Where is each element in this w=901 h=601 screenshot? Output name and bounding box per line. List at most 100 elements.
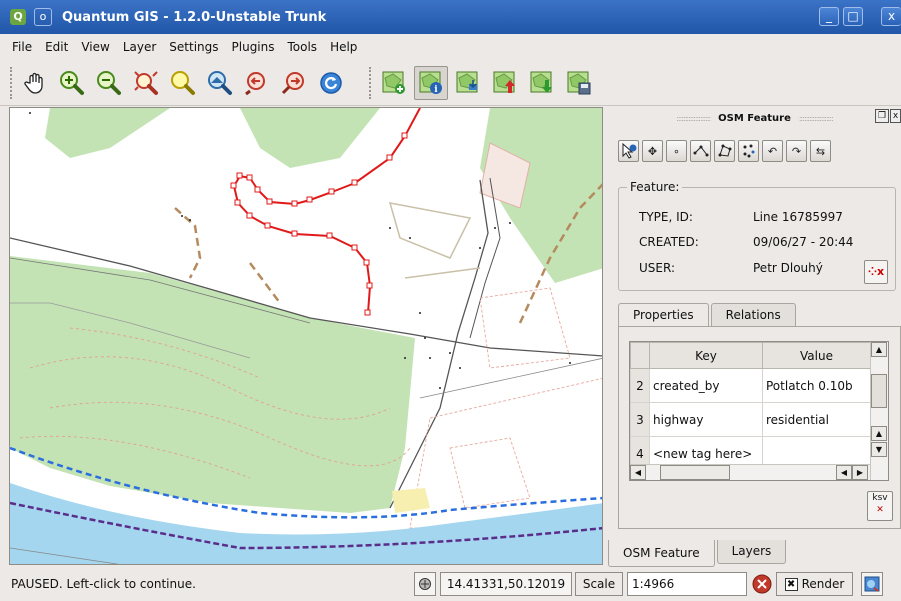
move-feature-icon[interactable]: ✥	[642, 140, 663, 162]
feature-created-value: 09/06/27 - 20:44	[753, 235, 854, 249]
create-point-icon[interactable]: ∘	[666, 140, 687, 162]
properties-tabs: Properties Relations	[618, 303, 798, 329]
zoom-selection-icon[interactable]	[166, 66, 200, 100]
panel-float-icon[interactable]: ❐	[875, 109, 889, 123]
render-label: Render	[801, 577, 845, 591]
identify-feature-icon[interactable]	[618, 140, 639, 162]
create-relation-icon[interactable]	[738, 140, 759, 162]
table-horizontal-scrollbar[interactable]: ◀ ◀ ▶	[630, 464, 870, 480]
delete-feature-button[interactable]: ⁘x	[864, 260, 888, 284]
feature-type-value: Line 16785997	[753, 210, 843, 224]
row-number: 3	[630, 402, 650, 437]
tab-relations[interactable]: Relations	[710, 303, 796, 327]
key-column-header[interactable]: Key	[649, 342, 763, 369]
feature-group-label: Feature:	[627, 180, 683, 194]
pan-icon[interactable]	[18, 66, 52, 100]
tag-key-cell[interactable]: created_by	[649, 368, 763, 403]
scroll-down-icon[interactable]: ▼	[871, 442, 887, 457]
panel-title-bar[interactable]: :::::::::::::::::::: OSM Feature :::::::…	[608, 109, 901, 127]
feature-group: Feature: TYPE, ID: Line 16785997 CREATED…	[618, 180, 896, 291]
tab-osm-feature[interactable]: OSM Feature	[608, 540, 715, 567]
scroll-up-icon[interactable]: ▲	[871, 342, 887, 357]
zoom-out-icon[interactable]	[92, 66, 126, 100]
create-line-icon[interactable]	[690, 140, 711, 162]
scale-label: Scale	[575, 572, 623, 596]
properties-tab-body: Key Value 2 created_by Potlatch 0.10b 3 …	[618, 326, 901, 529]
osm-import-icon[interactable]	[451, 66, 485, 100]
scroll-thumb[interactable]	[871, 374, 887, 408]
zoom-last-icon[interactable]	[240, 66, 274, 100]
menu-bar: File Edit View Layer Settings Plugins To…	[0, 34, 901, 60]
maximize-button[interactable]: □	[843, 7, 863, 26]
row-number: 2	[630, 368, 650, 403]
scroll-left-icon[interactable]: ◀	[836, 465, 852, 480]
window-menu-icon[interactable]: o	[34, 8, 52, 26]
scroll-thumb[interactable]	[660, 465, 730, 480]
redo-icon[interactable]: ↷	[786, 140, 807, 162]
refresh-icon[interactable]	[314, 66, 348, 100]
tags-table[interactable]: Key Value 2 created_by Potlatch 0.10b 3 …	[629, 341, 889, 481]
menu-tools[interactable]: Tools	[288, 40, 318, 54]
projection-icon[interactable]	[861, 572, 883, 596]
feature-created-label: CREATED:	[639, 235, 699, 249]
zoom-full-icon[interactable]	[129, 66, 163, 100]
coordinates-display: 14.41331,50.12019	[440, 572, 572, 596]
osm-feature-info-icon[interactable]: i	[414, 66, 448, 100]
feature-user-label: USER:	[639, 261, 675, 275]
status-message: PAUSED. Left-click to continue.	[11, 577, 196, 591]
menu-layer[interactable]: Layer	[123, 40, 156, 54]
toolbar-grip[interactable]	[10, 67, 14, 99]
tab-layers[interactable]: Layers	[716, 540, 787, 564]
panel-close-icon[interactable]: x	[890, 109, 901, 123]
table-row[interactable]: 2 created_by Potlatch 0.10b	[630, 368, 871, 403]
tag-value-cell[interactable]: Potlatch 0.10b	[762, 368, 871, 403]
osm-edit-toolbar: ✥ ∘ ↶ ↷ ⇆	[618, 140, 834, 162]
menu-view[interactable]: View	[81, 40, 109, 54]
menu-edit[interactable]: Edit	[45, 40, 68, 54]
render-checkbox-mark[interactable]: ✖	[784, 577, 798, 591]
tag-key-cell[interactable]: highway	[649, 402, 763, 437]
qgis-app-icon[interactable]: Q	[10, 9, 26, 25]
tag-value-cell[interactable]: residential	[762, 402, 871, 437]
table-row[interactable]: 3 highway residential	[630, 402, 871, 437]
stop-render-icon[interactable]	[751, 572, 773, 596]
create-polygon-icon[interactable]	[714, 140, 735, 162]
zoom-layer-icon[interactable]	[203, 66, 237, 100]
value-column-header[interactable]: Value	[762, 342, 871, 369]
scale-input[interactable]: 1:4966	[627, 572, 747, 596]
table-vertical-scrollbar[interactable]: ▲ ▲ ▼	[870, 342, 888, 480]
zoom-next-icon[interactable]	[277, 66, 311, 100]
svg-text:i: i	[434, 85, 438, 95]
menu-plugins[interactable]: Plugins	[232, 40, 275, 54]
feature-user-value: Petr Dlouhý	[753, 261, 823, 275]
menu-file[interactable]: File	[12, 40, 32, 54]
window-title: Quantum GIS - 1.2.0-Unstable Trunk	[62, 9, 327, 25]
osm-feature-panel: :::::::::::::::::::: OSM Feature :::::::…	[608, 107, 901, 567]
panel-title: OSM Feature	[718, 112, 791, 124]
undo-icon[interactable]: ↶	[762, 140, 783, 162]
feature-type-label: TYPE, ID:	[639, 210, 693, 224]
table-corner	[630, 342, 650, 369]
close-button[interactable]: x	[881, 7, 901, 26]
history-icon[interactable]: ⇆	[810, 140, 831, 162]
dock-tabs: OSM Feature Layers	[608, 540, 788, 567]
title-bar: Q o Quantum GIS - 1.2.0-Unstable Trunk _…	[0, 0, 901, 34]
render-checkbox[interactable]: ✖ Render	[776, 572, 853, 596]
osm-load-icon[interactable]	[377, 66, 411, 100]
coordinate-toggle-icon[interactable]	[414, 572, 436, 596]
status-bar: PAUSED. Left-click to continue. 14.41331…	[0, 569, 901, 599]
remove-tag-button[interactable]: ksv ✕	[867, 491, 893, 521]
scroll-up-icon[interactable]: ▲	[871, 426, 887, 441]
map-canvas[interactable]	[9, 107, 603, 565]
toolbar: i	[0, 61, 901, 106]
toolbar-grip-osm[interactable]	[369, 67, 373, 99]
menu-settings[interactable]: Settings	[169, 40, 218, 54]
scroll-left-icon[interactable]: ◀	[630, 465, 646, 480]
osm-save-icon[interactable]	[562, 66, 596, 100]
minimize-button[interactable]: _	[819, 7, 839, 26]
osm-download-icon[interactable]	[525, 66, 559, 100]
osm-upload-icon[interactable]	[488, 66, 522, 100]
menu-help[interactable]: Help	[330, 40, 357, 54]
zoom-in-icon[interactable]	[55, 66, 89, 100]
scroll-right-icon[interactable]: ▶	[852, 465, 868, 480]
